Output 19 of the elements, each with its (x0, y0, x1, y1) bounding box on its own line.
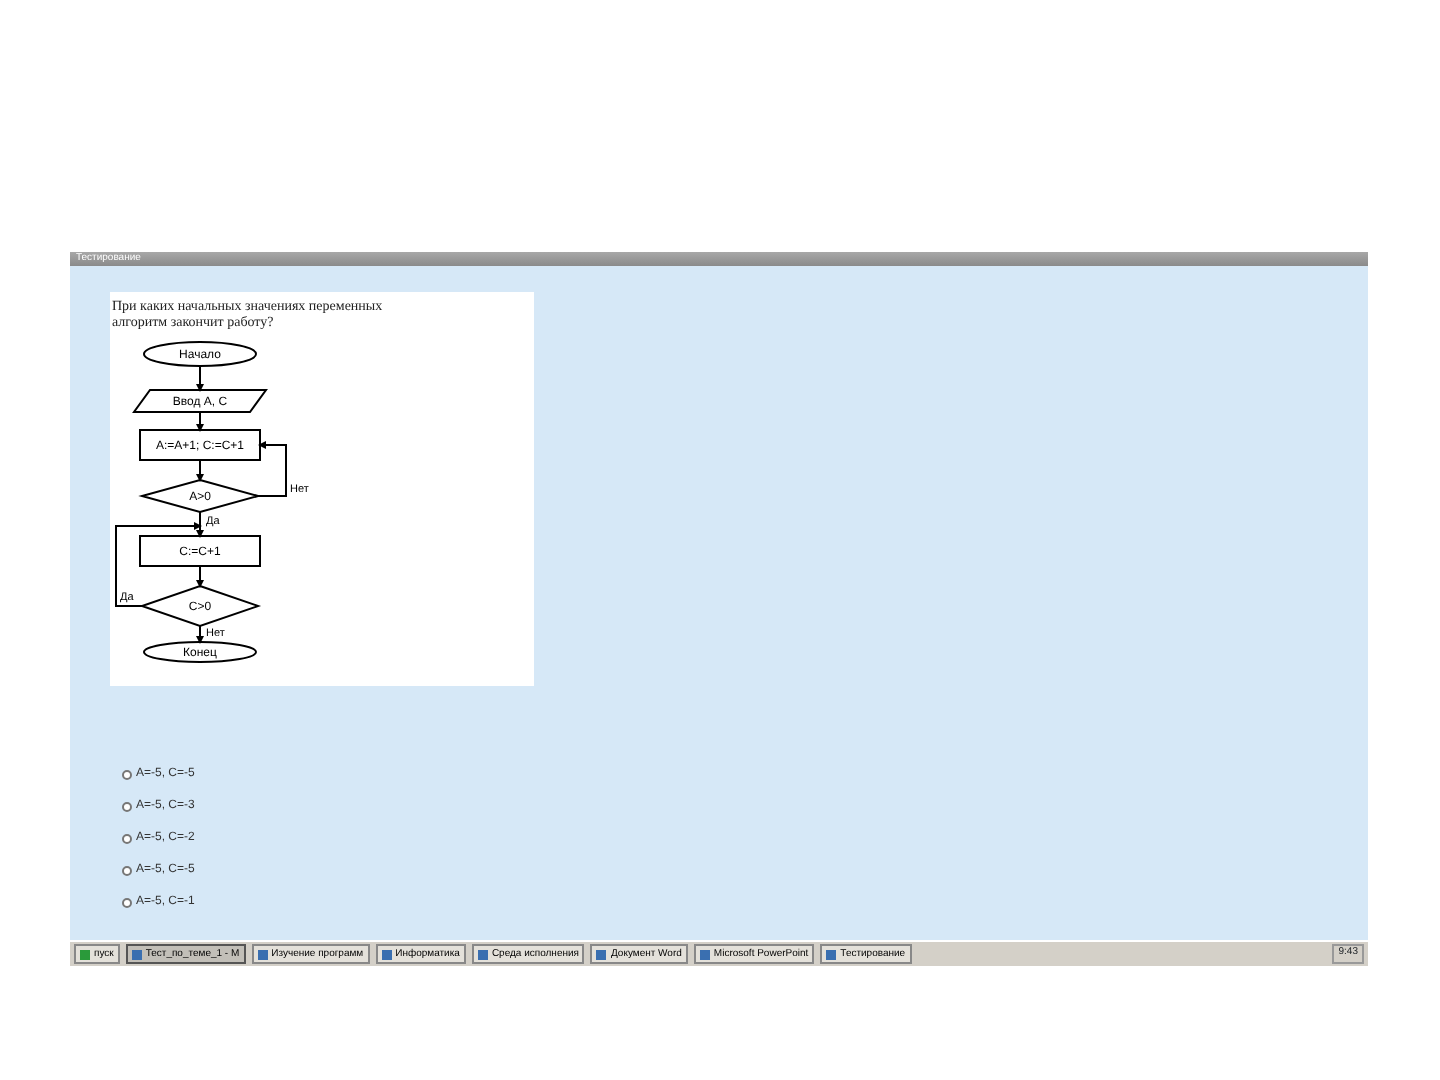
radio-button[interactable] (122, 898, 132, 908)
decision-shape (138, 478, 262, 514)
connector-arrow (196, 411, 204, 432)
radio-button[interactable] (122, 834, 132, 844)
radio-button[interactable] (122, 802, 132, 812)
connector-arrow (196, 511, 204, 538)
process-shape (139, 535, 261, 567)
connector-arrow (196, 365, 204, 392)
terminal-shape (143, 641, 257, 663)
loop-arrow (257, 441, 287, 497)
terminal-shape (143, 341, 257, 367)
connector-arrow (196, 625, 204, 644)
connector-arrow (196, 565, 204, 588)
radio-button[interactable] (122, 866, 132, 876)
input-shape (132, 389, 268, 413)
radio-button[interactable] (122, 770, 132, 780)
decision-shape (138, 584, 262, 628)
connector-arrow (196, 459, 204, 482)
process-shape (139, 429, 261, 461)
